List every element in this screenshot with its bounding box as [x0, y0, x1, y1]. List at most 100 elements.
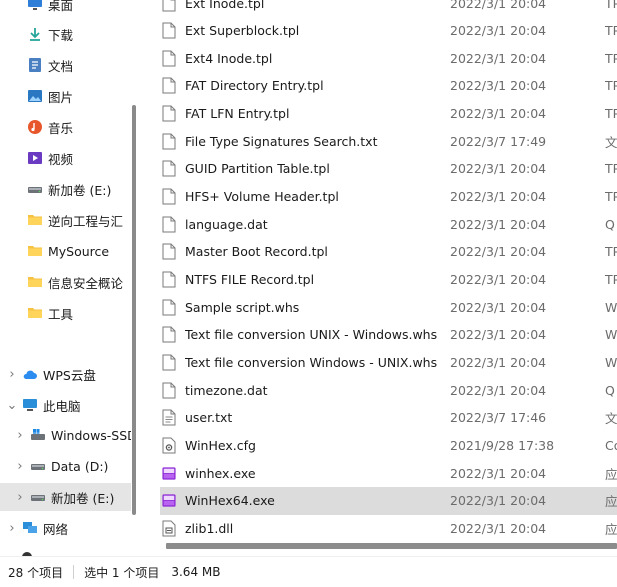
file-date-modified: 2022/3/1 20:04 — [450, 161, 547, 177]
file-name: Text file conversion Windows - UNIX.whs — [185, 354, 438, 370]
file-row[interactable]: user.txt 2022/3/7 17:46 文 — [162, 404, 617, 432]
tree-item-label: 此电脑 — [43, 398, 81, 414]
file-row[interactable]: Ext Inode.tpl 2022/3/1 20:04 TP — [162, 0, 617, 17]
file-date-modified: 2022/3/1 20:04 — [450, 244, 547, 260]
file-row[interactable]: Sample script.whs 2022/3/1 20:04 W — [162, 293, 617, 321]
file-name: WinHex64.exe — [185, 493, 275, 509]
chevron-right-icon[interactable]: › — [6, 521, 18, 536]
sidebar-item[interactable]: MySource — [0, 237, 131, 265]
file-name: File Type Signatures Search.txt — [185, 133, 378, 149]
tree-item-label: Windows-SSD — [51, 427, 131, 443]
sidebar-item[interactable]: 文档 — [0, 51, 131, 79]
file-row[interactable]: winhex.exe 2022/3/1 20:04 应 — [162, 459, 617, 487]
file-row[interactable]: Ext Superblock.tpl 2022/3/1 20:04 TP — [162, 17, 617, 45]
chevron-right-icon[interactable]: › — [14, 428, 26, 443]
file-date-modified: 2022/3/1 20:04 — [450, 465, 547, 481]
file-date-modified: 2022/3/1 20:04 — [450, 189, 547, 205]
chevron-down-icon[interactable]: ⌄ — [6, 398, 18, 413]
file-row[interactable]: HFS+ Volume Header.tpl 2022/3/1 20:04 TP — [162, 183, 617, 211]
status-item-count: 28 个项目 — [8, 565, 64, 580]
file-name: Ext4 Inode.tpl — [185, 50, 273, 66]
sidebar-item[interactable]: 逆向工程与汇 — [0, 206, 131, 234]
sidebar-item-label: 文档 — [48, 58, 74, 74]
tree-item[interactable]: › WPS云盘 — [0, 360, 131, 388]
file-date-modified: 2022/3/1 20:04 — [450, 272, 547, 287]
file-row[interactable]: NTFS FILE Record.tpl 2022/3/1 20:04 TP — [162, 266, 617, 294]
file-date-modified: 2022/3/1 20:04 — [450, 106, 547, 122]
file-type: W — [605, 354, 617, 370]
hex-app-icon — [162, 492, 176, 509]
file-row[interactable]: timezone.dat 2022/3/1 20:04 Q — [162, 376, 617, 404]
tree-item[interactable]: › Windows-SSD — [0, 421, 131, 449]
file-row[interactable]: WinHex.cfg 2021/9/28 17:38 Co — [162, 431, 617, 459]
sidebar-item[interactable]: 下载 — [0, 20, 131, 48]
folder-icon — [27, 274, 43, 290]
file-row[interactable]: FAT Directory Entry.tpl 2022/3/1 20:04 TP — [162, 72, 617, 100]
computer-icon — [22, 397, 38, 413]
file-icon — [162, 382, 176, 399]
file-date-modified: 2022/3/7 17:49 — [450, 133, 547, 149]
file-type: TP — [605, 23, 617, 39]
chevron-right-icon[interactable]: › — [14, 459, 26, 474]
file-date-modified: 2022/3/1 20:04 — [450, 354, 547, 370]
file-row[interactable]: Ext4 Inode.tpl 2022/3/1 20:04 TP — [162, 44, 617, 72]
hex-app-icon — [162, 465, 176, 482]
file-row[interactable]: Master Boot Record.tpl 2022/3/1 20:04 TP — [162, 238, 617, 266]
sidebar-item[interactable]: 新加卷 (E:) — [0, 175, 131, 203]
file-row[interactable]: GUID Partition Table.tpl 2022/3/1 20:04 TP — [162, 155, 617, 183]
file-row[interactable]: zlib1.dll 2022/3/1 20:04 应 — [162, 514, 617, 542]
sidebar-item[interactable]: 信息安全概论 — [0, 268, 131, 296]
file-icon — [162, 105, 176, 122]
file-name: NTFS FILE Record.tpl — [185, 272, 315, 287]
navigation-pane: 桌面下载文档图片音乐视频新加卷 (E:) 逆向工程与汇 MySource 信息安全概论… — [0, 0, 131, 556]
file-type: Q — [605, 216, 615, 232]
file-type: 文 — [605, 134, 617, 150]
folder-icon — [27, 212, 43, 228]
sidebar-item[interactable]: 视频 — [0, 144, 131, 172]
file-type: 文 — [605, 411, 617, 427]
file-icon — [162, 243, 176, 260]
file-name: language.dat — [185, 216, 268, 232]
text-file-icon — [162, 409, 176, 426]
chevron-right-icon[interactable]: › — [6, 367, 18, 382]
file-row[interactable]: WinHex64.exe 2022/3/1 20:04 应 — [160, 486, 617, 515]
tree-item-label: 新加卷 (E:) — [51, 490, 115, 506]
pictures-icon — [27, 88, 43, 104]
status-selection: 选中 1 个项目 — [84, 565, 160, 580]
file-date-modified: 2022/3/1 20:04 — [450, 78, 547, 94]
navigation-scrollbar-thumb[interactable] — [132, 105, 136, 515]
file-date-modified: 2022/3/1 20:04 — [450, 50, 547, 66]
tree-item[interactable]: › 网络 — [0, 514, 131, 542]
file-name: zlib1.dll — [185, 520, 234, 536]
file-type: Q — [605, 382, 615, 398]
chevron-right-icon[interactable]: › — [14, 490, 26, 505]
file-name: Master Boot Record.tpl — [185, 244, 328, 260]
file-row[interactable]: language.dat 2022/3/1 20:04 Q — [162, 210, 617, 238]
file-icon — [162, 22, 176, 39]
file-row[interactable]: FAT LFN Entry.tpl 2022/3/1 20:04 TP — [162, 100, 617, 128]
tree-item-label: 网络 — [43, 521, 69, 537]
sidebar-item[interactable]: 图片 — [0, 82, 131, 110]
file-type: TP — [605, 106, 617, 122]
file-date-modified: 2022/3/1 20:04 — [450, 23, 547, 39]
file-name: timezone.dat — [185, 382, 268, 398]
file-row[interactable]: Text file conversion UNIX - Windows.whs 2… — [162, 321, 617, 349]
horizontal-scrollbar-thumb[interactable] — [166, 543, 617, 549]
sidebar-item-label: MySource — [48, 243, 110, 259]
file-name: GUID Partition Table.tpl — [185, 161, 330, 177]
tree-item[interactable]: › 新加卷 (E:) — [0, 483, 131, 511]
file-date-modified: 2022/3/1 20:04 — [450, 216, 547, 232]
file-row[interactable]: File Type Signatures Search.txt 2022/3/7 … — [162, 127, 617, 155]
sidebar-item[interactable]: 音乐 — [0, 113, 131, 141]
dll-icon — [162, 520, 176, 537]
sidebar-item[interactable]: 工具 — [0, 299, 131, 327]
file-name: user.txt — [185, 410, 233, 426]
drive-icon — [30, 489, 46, 505]
tree-item[interactable]: › Data (D:) — [0, 452, 131, 480]
sidebar-item[interactable]: 桌面 — [0, 0, 131, 18]
file-row[interactable]: Text file conversion Windows - UNIX.whs 2… — [162, 348, 617, 376]
drive-icon — [27, 181, 43, 197]
sidebar-item-label: 下载 — [48, 27, 74, 43]
tree-item[interactable]: ⌄ 此电脑 — [0, 391, 131, 419]
file-type: TP — [605, 50, 617, 66]
